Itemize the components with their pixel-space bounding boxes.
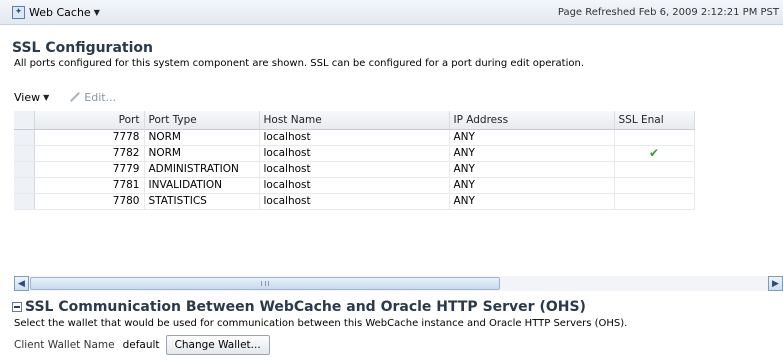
- port-type-cell: INVALIDATION: [144, 177, 260, 194]
- port-type-cell: ADMINISTRATION: [144, 161, 260, 178]
- ports-table-container: Port Port Type Host Name IP Address SSL …: [14, 111, 783, 271]
- ip-address-cell: ANY: [449, 177, 615, 194]
- row-selector[interactable]: [14, 177, 35, 194]
- ohs-section-description: Select the wallet that would be used for…: [14, 318, 628, 329]
- change-wallet-button[interactable]: Change Wallet...: [165, 335, 270, 355]
- host-name-cell: localhost: [259, 193, 450, 210]
- scroll-left-button[interactable]: ◀: [14, 276, 29, 291]
- chevron-down-icon: ▼: [93, 8, 100, 17]
- ip-address-cell: ANY: [449, 145, 615, 162]
- host-name-cell: localhost: [259, 145, 450, 162]
- port-type-cell: NORM: [144, 129, 260, 146]
- ohs-section-title: SSL Communication Between WebCache and O…: [25, 299, 586, 315]
- column-header-port-type[interactable]: Port Type: [144, 111, 260, 130]
- port-type-cell: NORM: [144, 145, 260, 162]
- row-selector[interactable]: [14, 161, 35, 178]
- ports-table: Port Port Type Host Name IP Address SSL …: [14, 111, 695, 210]
- port-cell: 7782: [34, 145, 145, 162]
- row-selector[interactable]: [14, 145, 35, 162]
- table-toolbar: View ▼ Edit...: [14, 89, 116, 105]
- horizontal-scrollbar[interactable]: ◀ ▶: [14, 276, 783, 291]
- column-header-port[interactable]: Port: [34, 111, 145, 130]
- port-cell: 7781: [34, 177, 145, 194]
- ssl-enabled-cell: [614, 177, 695, 194]
- client-wallet-value: default: [122, 339, 160, 351]
- port-cell: 7779: [34, 161, 145, 178]
- table-row[interactable]: 7780 STATISTICS localhost ANY: [14, 193, 695, 210]
- ssl-enabled-cell: [614, 129, 695, 146]
- chevron-right-icon: ▶: [772, 278, 779, 289]
- chevron-down-icon: ▼: [43, 92, 50, 102]
- port-type-cell: STATISTICS: [144, 193, 260, 210]
- page-refreshed-text: Page Refreshed Feb 6, 2009 2:12:21 PM PS…: [557, 7, 779, 18]
- column-header-ip-address[interactable]: IP Address: [449, 111, 615, 130]
- top-bar: ✦ Web Cache ▼ Page Refreshed Feb 6, 2009…: [0, 0, 783, 25]
- table-row[interactable]: 7782 NORM localhost ANY ✔: [14, 145, 695, 162]
- chevron-left-icon: ◀: [18, 278, 25, 289]
- table-row[interactable]: 7781 INVALIDATION localhost ANY: [14, 177, 695, 194]
- view-menu[interactable]: View ▼: [14, 91, 49, 104]
- host-name-cell: localhost: [259, 129, 450, 146]
- column-header-ssl-enabled[interactable]: SSL Enal: [614, 111, 695, 130]
- scrollbar-thumb[interactable]: [30, 277, 500, 290]
- ip-address-cell: ANY: [449, 193, 615, 210]
- column-header-host-name[interactable]: Host Name: [259, 111, 450, 130]
- scrollbar-track[interactable]: [29, 276, 768, 291]
- grip-icon: [261, 281, 269, 286]
- edit-button[interactable]: Edit...: [67, 91, 116, 104]
- host-name-cell: localhost: [259, 177, 450, 194]
- row-selector-header: [14, 111, 35, 130]
- table-row[interactable]: 7779 ADMINISTRATION localhost ANY: [14, 161, 695, 178]
- pencil-icon: [67, 91, 81, 103]
- port-cell: 7780: [34, 193, 145, 210]
- edit-button-label: Edit...: [84, 90, 117, 104]
- row-selector[interactable]: [14, 129, 35, 146]
- ssl-configuration-title: SSL Configuration: [12, 40, 153, 56]
- web-cache-menu-label: Web Cache: [29, 6, 91, 19]
- ip-address-cell: ANY: [449, 161, 615, 178]
- collapse-icon[interactable]: [12, 302, 22, 312]
- ssl-configuration-description: All ports configured for this system com…: [14, 58, 584, 69]
- web-cache-menu[interactable]: ✦ Web Cache ▼: [12, 5, 100, 20]
- scroll-right-button[interactable]: ▶: [768, 276, 783, 291]
- table-row[interactable]: 7778 NORM localhost ANY: [14, 129, 695, 146]
- ohs-section-header[interactable]: SSL Communication Between WebCache and O…: [12, 299, 586, 315]
- ip-address-cell: ANY: [449, 129, 615, 146]
- ssl-enabled-cell: ✔: [614, 145, 695, 162]
- table-header-row: Port Port Type Host Name IP Address SSL …: [14, 111, 695, 130]
- web-cache-icon: ✦: [12, 6, 25, 19]
- checkmark-icon: ✔: [648, 146, 660, 160]
- row-selector[interactable]: [14, 193, 35, 210]
- ssl-enabled-cell: [614, 193, 695, 210]
- host-name-cell: localhost: [259, 161, 450, 178]
- client-wallet-label: Client Wallet Name: [14, 339, 115, 351]
- ssl-enabled-cell: [614, 161, 695, 178]
- port-cell: 7778: [34, 129, 145, 146]
- client-wallet-row: Client Wallet Name default Change Wallet…: [14, 335, 270, 355]
- view-menu-label: View: [14, 90, 41, 104]
